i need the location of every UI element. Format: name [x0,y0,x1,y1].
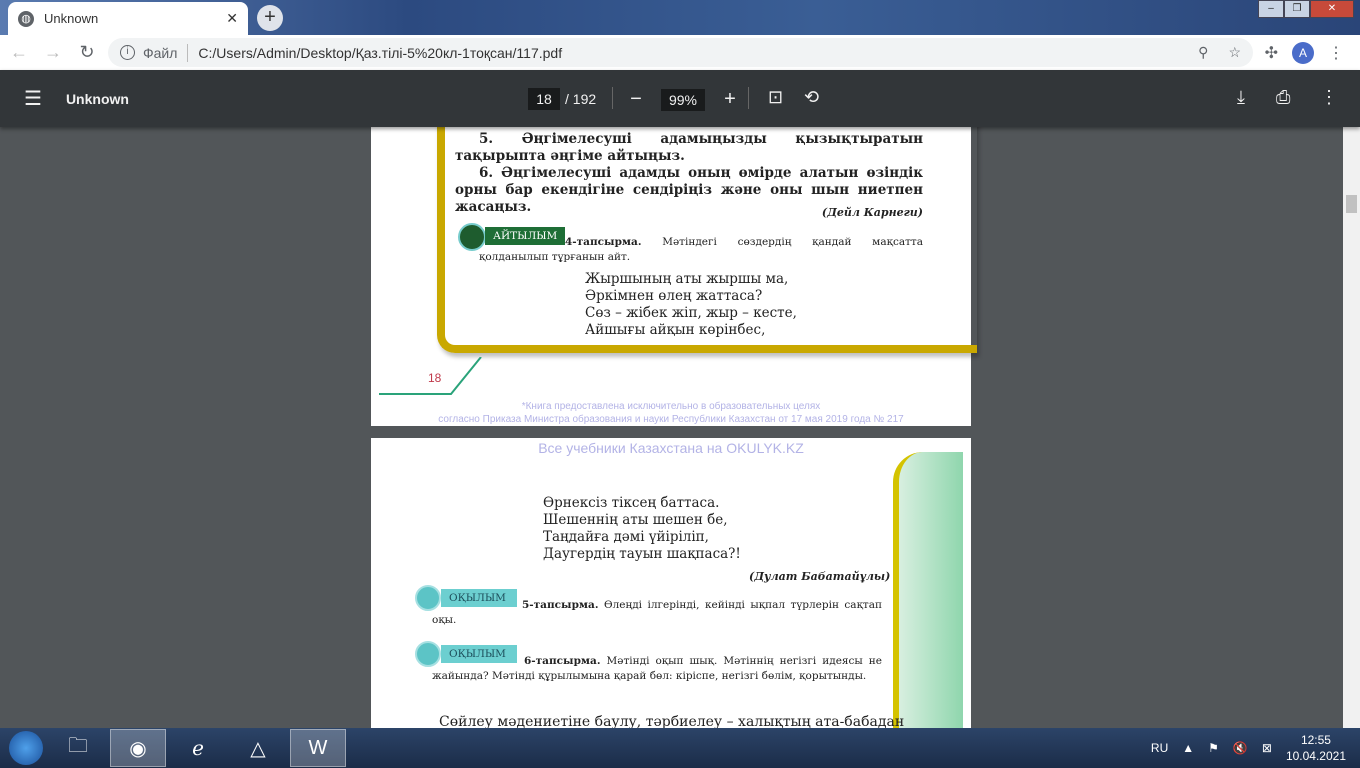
clock[interactable]: 12:55 10.04.2021 [1286,732,1346,764]
task-number: 4-тапсырма. [565,236,642,248]
browser-tab[interactable]: ◍ Unknown ✕ [8,2,248,35]
back-button[interactable]: ← [4,42,34,63]
divider [612,87,613,109]
task-text: Мәтінді оқып шық. Мәтіннің негізгі идеяс… [432,655,882,682]
list-item-5: 5. Әңгімелесуші адамыңызды қызықтыратын … [455,131,923,164]
poem-line: Шешеннің аты шешен бе, [543,512,728,528]
zoom-out-button[interactable]: − [625,88,647,111]
more-menu-icon[interactable]: ⋮ [1328,43,1344,63]
zoom-icon[interactable]: ⚲ [1198,44,1208,61]
action-center-flag-icon[interactable]: ⚑ [1208,741,1219,755]
reload-button[interactable]: ↻ [72,42,102,63]
start-button[interactable] [9,731,43,765]
forward-button[interactable]: → [38,42,68,63]
chrome-icon[interactable]: ◉ [110,729,166,767]
divider [187,43,189,62]
avatar[interactable]: A [1292,41,1314,64]
zoom-input[interactable]: 99% [661,88,705,111]
close-window-button[interactable]: ✕ [1310,0,1354,18]
new-tab-button[interactable]: + [257,5,283,31]
url-text[interactable]: C:/Users/Admin/Desktop/Қаз.тілі-5%20кл-1… [198,45,562,61]
date: 10.04.2021 [1285,749,1346,763]
task-text: Өлеңді ілгерінді, кейінді ықпал түрлерін… [432,599,882,626]
bookmark-star-icon[interactable]: ☆ [1228,44,1241,61]
windows-taskbar: 🗀 ◉ ℯ △ W RU ▲ ⚑ 🔇 ⊠ 12:55 10.04.2021 [0,728,1360,768]
file-explorer-icon[interactable]: 🗀 [50,729,106,767]
omnibox[interactable]: i Файл C:/Users/Admin/Desktop/Қаз.тілі-5… [108,38,1253,67]
pdf-toolbar: ☰ Unknown 18 / 192 − 99% + ⊡ ⟲ ⤓ ⎙ ⋮ [0,70,1360,127]
pdf-viewer[interactable]: 5. Әңгімелесуші адамыңызды қызықтыратын … [0,127,1343,728]
page-number-input[interactable]: 18 [528,88,560,110]
file-label: Файл [143,44,178,61]
pdf-page-18: 5. Әңгімелесуші адамыңызды қызықтыратын … [371,127,977,426]
globe-icon: ◍ [18,10,34,27]
poem-line: Таңдайға дәмі үйіріліп, [543,529,709,545]
page-total: / 192 [565,91,597,107]
poem: Жыршының аты жыршы ма, Әркімнен өлең жат… [585,271,797,339]
divider [748,87,749,109]
body-text: Сөйлеу мәдениетіне баулу, тәрбиелеу – ха… [439,714,905,728]
language-indicator[interactable]: RU [1151,741,1168,755]
minimize-button[interactable]: ‒ [1258,0,1284,18]
poem-line: Жыршының аты жыршы ма, [585,271,789,287]
rotate-icon[interactable]: ⟲ [804,87,819,108]
extensions-puzzle-icon[interactable]: ✣ [1265,43,1278,63]
watermark-line: согласно Приказа Министра образования и … [438,414,904,425]
info-icon[interactable]: i [120,45,135,60]
fit-page-icon[interactable]: ⊡ [768,87,783,108]
green-side-decor [893,452,963,728]
time: 12:55 [1300,733,1331,747]
watermark-okulyk: Все учебники Казахстана на OKULYK.KZ [538,440,804,456]
task-number: 5-тапсырма. [522,599,599,611]
more-actions-icon[interactable]: ⋮ [1320,87,1338,108]
app-triangle-icon[interactable]: △ [230,729,286,767]
pdf-page-19: Все учебники Казахстана на OKULYK.KZ Өрн… [371,438,971,728]
internet-explorer-icon[interactable]: ℯ [170,729,226,767]
scrollbar-thumb[interactable] [1346,195,1357,213]
show-hidden-icons[interactable]: ▲ [1182,741,1194,755]
maximize-button[interactable]: ❐ [1284,0,1310,18]
tab-strip: ◍ Unknown ✕ + ‒ ❐ ✕ [0,0,1360,35]
watermark-line: *Книга предоставлена исключительно в обр… [521,401,821,412]
poem: Өрнексіз тіксең баттаса. Шешеннің аты ше… [543,495,741,563]
system-tray: RU ▲ ⚑ 🔇 ⊠ 12:55 10.04.2021 [1151,728,1346,768]
poem-line: Айшығы айқын көрінбес, [585,322,766,338]
poem-line: Сөз – жібек жіп, жыр – кесте, [585,305,797,321]
task-text: Мәтіндегі сөздердің қандай мақсатта қолд… [479,236,923,263]
volume-muted-icon[interactable]: 🔇 [1233,741,1248,755]
window-controls: ‒ ❐ ✕ [1258,0,1354,18]
hamburger-menu-icon[interactable]: ☰ [24,86,42,111]
document-title: Unknown [65,90,129,107]
tab-title: Unknown [44,11,99,26]
poem-line: Өрнексіз тіксең баттаса. [543,495,720,511]
word-icon[interactable]: W [290,729,346,767]
close-tab-icon[interactable]: ✕ [226,10,238,27]
address-bar-row: ← → ↻ i Файл C:/Users/Admin/Desktop/Қаз.… [0,35,1360,70]
page-number: 18 [428,371,442,385]
network-disconnected-icon[interactable]: ⊠ [1262,741,1272,755]
scrollbar[interactable] [1343,127,1360,728]
zoom-in-button[interactable]: + [719,88,741,111]
author: (Дейл Карнеги) [821,206,923,219]
download-icon[interactable]: ⤓ [1237,87,1245,108]
print-icon[interactable]: ⎙ [1276,87,1290,108]
author: (Дулат Бабатайұлы) [749,570,891,583]
poem-line: Әркімнен өлең жаттаса? [585,288,763,304]
task-number: 6-тапсырма. [524,655,601,667]
poem-line: Даугердің тауын шақпаса?! [543,546,741,562]
